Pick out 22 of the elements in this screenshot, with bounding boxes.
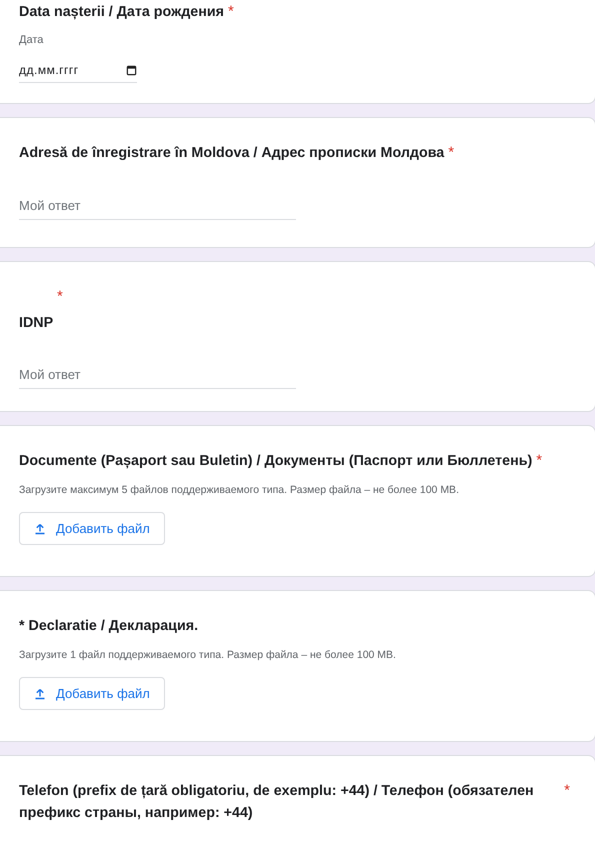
required-asterisk: *: [536, 452, 542, 469]
answer-field[interactable]: Мой ответ: [19, 192, 296, 220]
add-file-button[interactable]: Добавить файл: [19, 677, 165, 710]
question-title: Data nașterii / Дата рождения: [19, 4, 224, 20]
answer-field[interactable]: Мой ответ: [19, 361, 296, 389]
required-asterisk: *: [228, 3, 234, 20]
required-asterisk: *: [564, 781, 570, 801]
question-title: Adresă de înregistrare în Moldova / Адрес прописки Молдова: [19, 145, 444, 161]
required-asterisk: *: [57, 287, 64, 307]
question-title: Documente (Pașaport sau Buletin) / Документы (Паспорт или Бюллетень): [19, 453, 532, 469]
file-hint: Загрузите 1 файл поддерживаемого типа. Размер файла – не более 100 MB.: [19, 649, 397, 661]
upload-icon: [34, 688, 46, 700]
calendar-icon[interactable]: [126, 64, 137, 76]
question-title: * Declaratie / Декларация.: [19, 618, 198, 634]
required-asterisk: *: [448, 144, 454, 161]
question-title: IDNP: [19, 315, 54, 331]
field-label: Дата: [19, 34, 44, 46]
file-hint: Загрузите максимум 5 файлов поддерживаемого типа. Размер файла – не более 100 MB.: [19, 484, 460, 496]
question-title: Telefon (prefix de țară obligatoriu, de exemplu: +44) / Телефон (обязателен префикс страны, например: +44): [19, 783, 534, 821]
upload-icon: [34, 522, 46, 534]
date-field[interactable]: дд.мм.гггг: [19, 58, 137, 83]
add-file-button[interactable]: Добавить файл: [19, 512, 165, 545]
